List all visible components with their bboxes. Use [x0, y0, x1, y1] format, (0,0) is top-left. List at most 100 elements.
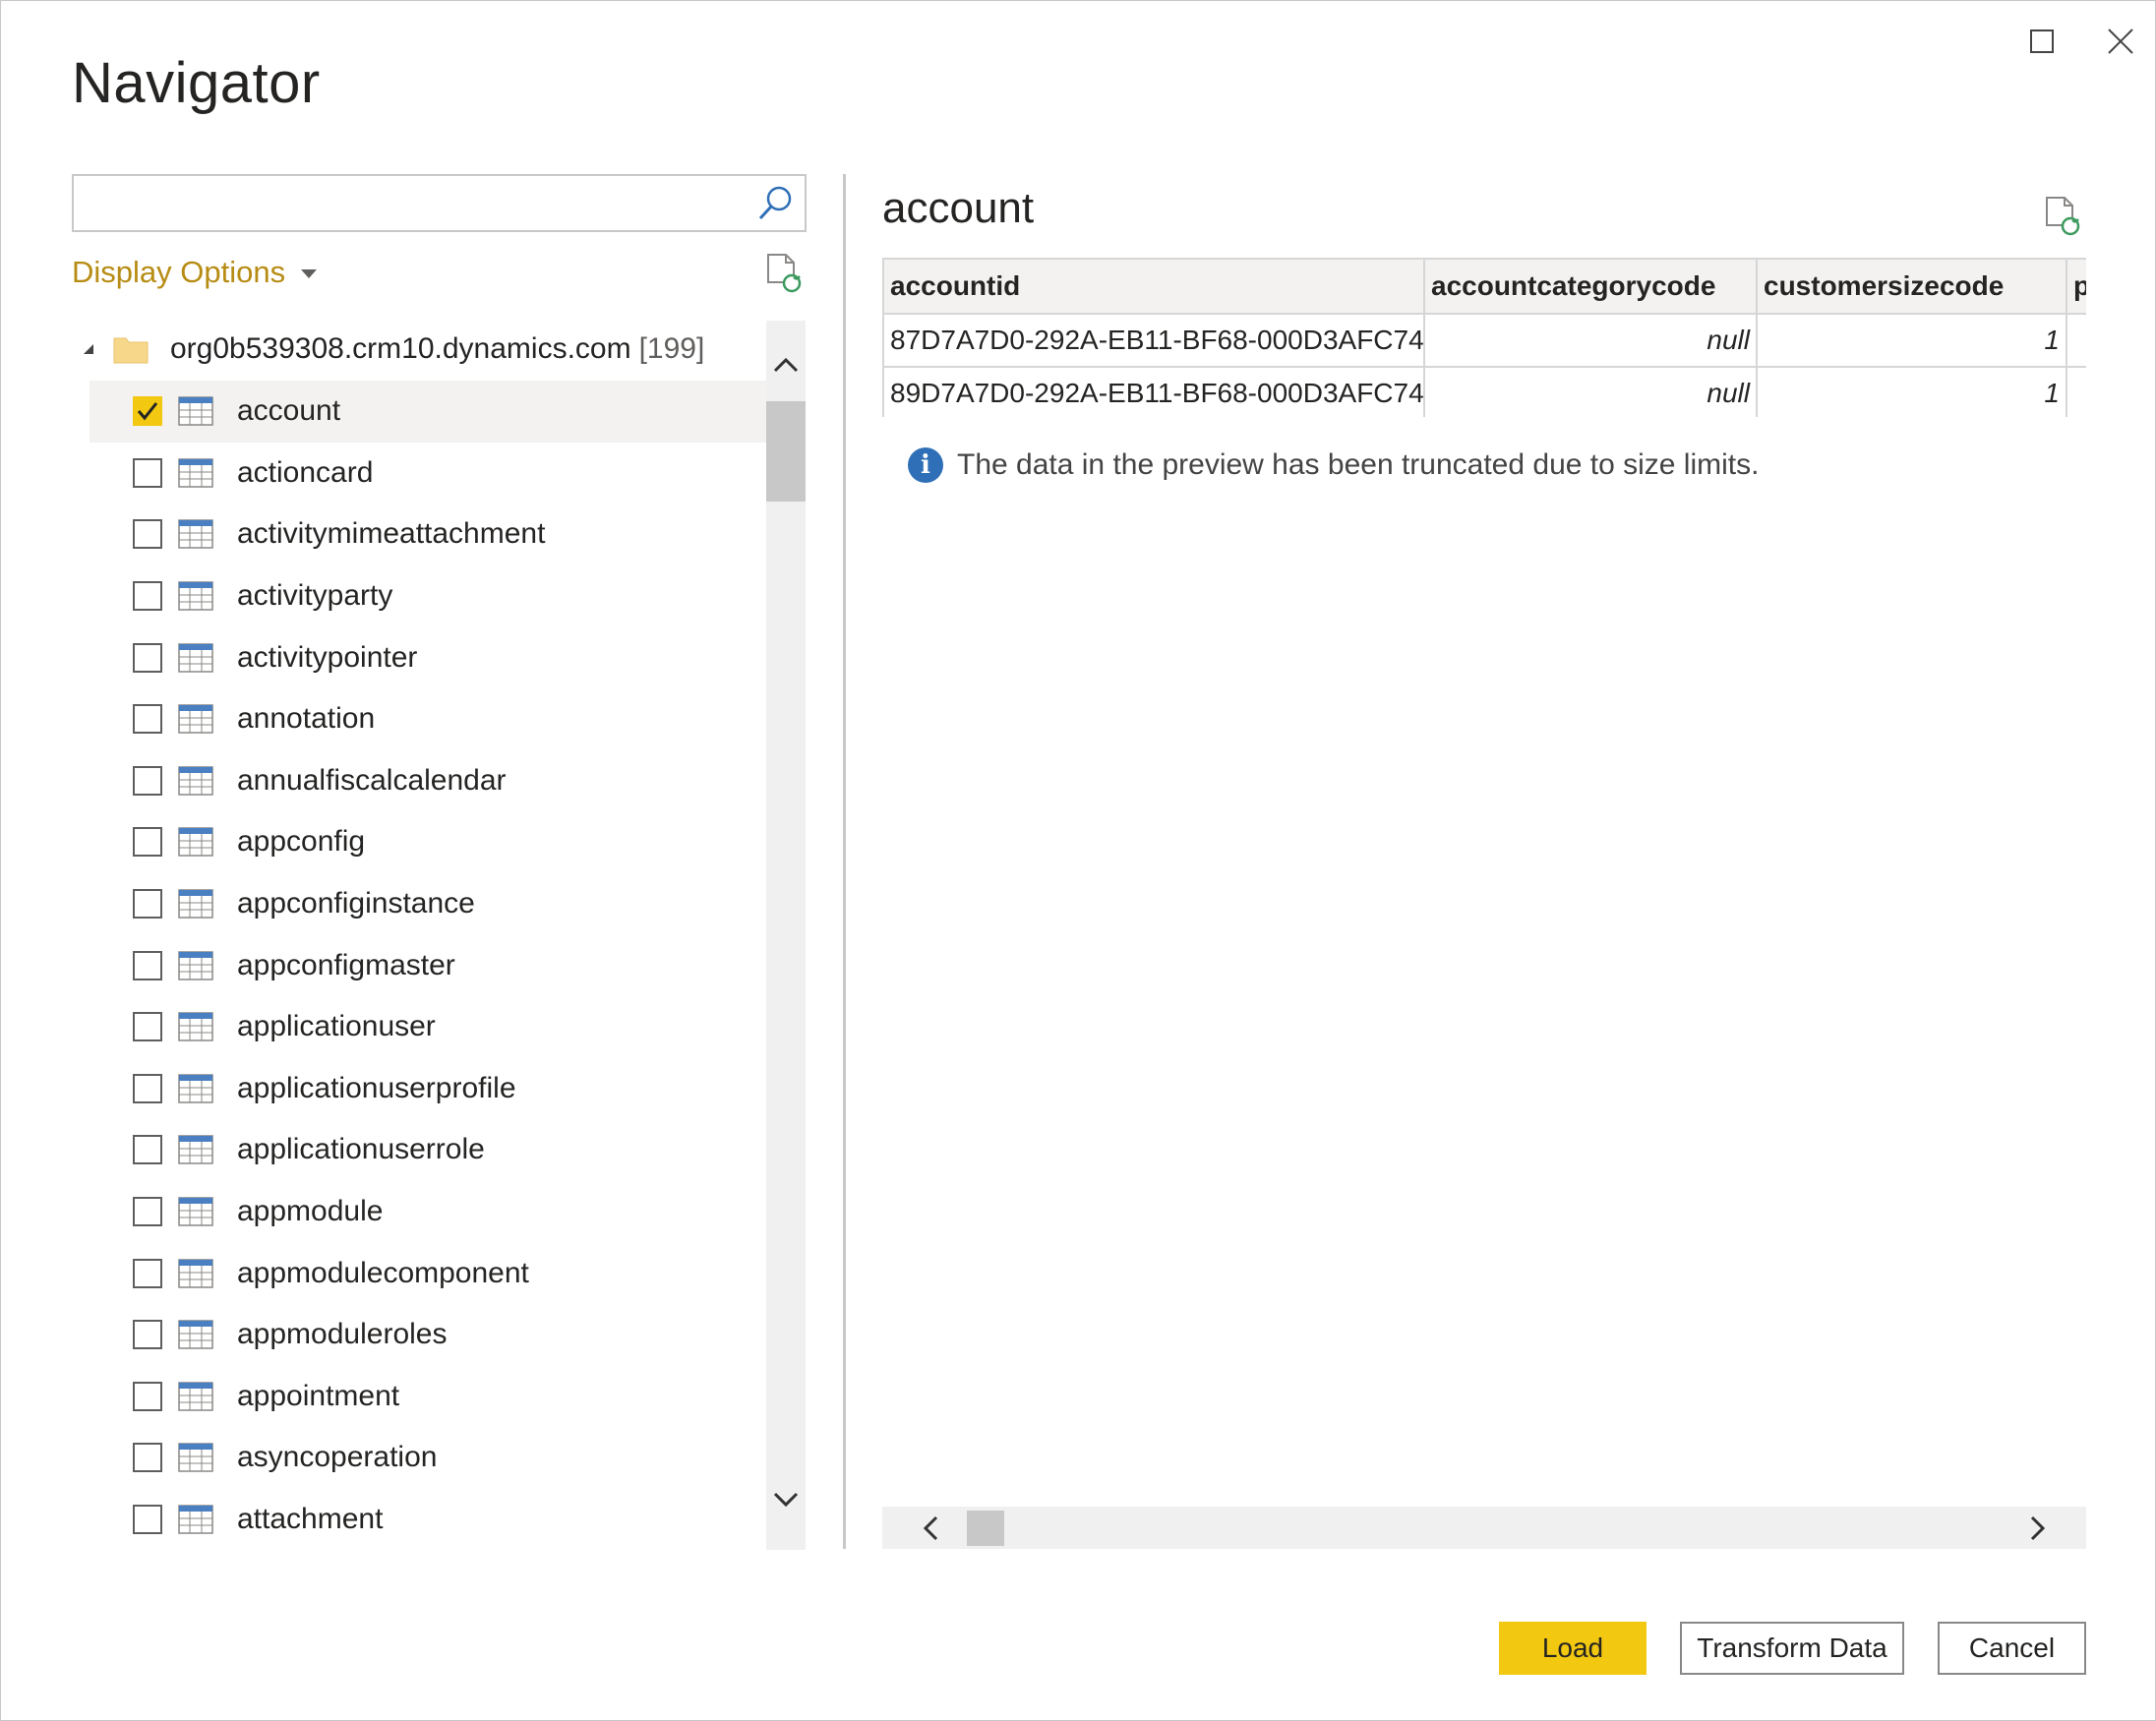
- item-checkbox[interactable]: [133, 642, 162, 673]
- table-list-item-label: actioncard: [237, 455, 374, 489]
- scrollbar-thumb[interactable]: [967, 1511, 1004, 1546]
- item-checkbox[interactable]: [133, 1258, 162, 1288]
- truncation-notice-text: The data in the preview has been truncat…: [957, 448, 1760, 481]
- chevron-right-icon[interactable]: [2023, 1514, 2051, 1542]
- table-list-item[interactable]: appmoduleroles: [90, 1304, 766, 1366]
- item-checkbox[interactable]: [133, 519, 162, 550]
- search-box[interactable]: [72, 174, 807, 232]
- table-list-item-label: activitypointer: [237, 640, 418, 674]
- table-list-item-label: appconfigmaster: [237, 948, 455, 981]
- item-checkbox[interactable]: [133, 1443, 162, 1473]
- item-checkbox[interactable]: [133, 950, 162, 980]
- table-row: 89D7A7D0-292A-EB11-BF68-000D3AFC74D7 nul…: [882, 366, 2086, 417]
- close-button[interactable]: [2096, 17, 2145, 66]
- table-list-item-label: appconfiginstance: [237, 887, 475, 920]
- table-list-item[interactable]: activityparty: [90, 565, 766, 627]
- item-checkbox[interactable]: [133, 457, 162, 488]
- cancel-button[interactable]: Cancel: [1938, 1622, 2086, 1675]
- table-list-item-label: appointment: [237, 1379, 400, 1412]
- table-cell[interactable]: 1: [1756, 313, 2067, 368]
- chevron-up-icon[interactable]: [772, 352, 800, 380]
- table-list-item[interactable]: annualfiscalcalendar: [90, 750, 766, 812]
- close-icon: [2108, 29, 2133, 54]
- expand-triangle-icon[interactable]: [84, 344, 93, 354]
- table-list-item[interactable]: appconfiginstance: [90, 873, 766, 935]
- dialog-title: Navigator: [72, 51, 321, 115]
- table-list-item[interactable]: appconfigmaster: [90, 934, 766, 996]
- item-checkbox[interactable]: [133, 1135, 162, 1165]
- table-list-item[interactable]: activitymimeattachment: [90, 504, 766, 565]
- table-icon: [178, 1258, 213, 1288]
- table-list-item[interactable]: appmodule: [90, 1181, 766, 1243]
- table-list-item-label: annualfiscalcalendar: [237, 763, 507, 797]
- table-list-item[interactable]: asyncoperation: [90, 1427, 766, 1489]
- chevron-left-icon[interactable]: [918, 1514, 945, 1542]
- table-list-item-label: appmoduleroles: [237, 1318, 448, 1351]
- table-list-item[interactable]: appmodulecomponent: [90, 1242, 766, 1304]
- tree-root-count: [199]: [638, 332, 705, 365]
- table-icon: [178, 458, 213, 488]
- table-cell[interactable]: null: [1423, 366, 1758, 417]
- refresh-icon[interactable]: [764, 253, 804, 294]
- item-checkbox[interactable]: [133, 1197, 162, 1227]
- table-icon: [178, 581, 213, 611]
- table-list-item-label: applicationuser: [237, 1010, 436, 1043]
- table-list-item[interactable]: actioncard: [90, 443, 766, 504]
- item-checkbox[interactable]: [133, 827, 162, 858]
- table-icon: [178, 950, 213, 980]
- item-checkbox[interactable]: [133, 581, 162, 612]
- item-checkbox[interactable]: [133, 396, 162, 427]
- column-header[interactable]: pr: [2066, 258, 2086, 315]
- table-cell[interactable]: null: [1423, 313, 1758, 368]
- transform-data-button[interactable]: Transform Data: [1680, 1622, 1904, 1675]
- horizontal-scrollbar[interactable]: [882, 1507, 2086, 1549]
- table-icon: [178, 1135, 213, 1165]
- column-header[interactable]: customersizecode: [1756, 258, 2067, 315]
- truncation-notice: i The data in the preview has been trunc…: [908, 447, 1759, 483]
- table-cell[interactable]: [2066, 313, 2086, 368]
- table-icon: [178, 1505, 213, 1534]
- item-checkbox[interactable]: [133, 1381, 162, 1411]
- table-list-item[interactable]: applicationuserprofile: [90, 1058, 766, 1120]
- info-icon: i: [908, 447, 943, 483]
- load-button[interactable]: Load: [1499, 1622, 1647, 1675]
- chevron-down-icon: [301, 268, 318, 278]
- table-cell[interactable]: 87D7A7D0-292A-EB11-BF68-000D3AFC74D7: [882, 313, 1425, 368]
- column-header[interactable]: accountcategorycode: [1423, 258, 1758, 315]
- chevron-down-icon[interactable]: [772, 1485, 800, 1513]
- display-options-dropdown[interactable]: Display Options: [72, 255, 318, 290]
- vertical-scrollbar[interactable]: [766, 321, 806, 1550]
- item-checkbox[interactable]: [133, 1012, 162, 1042]
- tree-root-label: org0b539308.crm10.dynamics.com: [170, 332, 631, 365]
- item-checkbox[interactable]: [133, 889, 162, 920]
- item-checkbox[interactable]: [133, 1073, 162, 1103]
- table-header-row: accountid accountcategorycode customersi…: [882, 258, 2086, 315]
- item-checkbox[interactable]: [133, 704, 162, 735]
- search-icon[interactable]: [753, 182, 797, 225]
- table-list-item[interactable]: attachment: [90, 1489, 766, 1551]
- table-cell[interactable]: 1: [1756, 366, 2067, 417]
- table-list-item[interactable]: applicationuserrole: [90, 1119, 766, 1181]
- table-list-item-label: activitymimeattachment: [237, 517, 546, 551]
- search-input[interactable]: [84, 182, 723, 225]
- item-checkbox[interactable]: [133, 1504, 162, 1534]
- refresh-icon[interactable]: [2043, 196, 2082, 237]
- table-cell[interactable]: 89D7A7D0-292A-EB11-BF68-000D3AFC74D7: [882, 366, 1425, 417]
- table-list-item[interactable]: annotation: [90, 688, 766, 750]
- table-list-item[interactable]: appconfig: [90, 811, 766, 873]
- scrollbar-thumb[interactable]: [766, 401, 806, 502]
- table-list-item[interactable]: account: [90, 381, 766, 443]
- table-cell[interactable]: [2066, 366, 2086, 417]
- maximize-button[interactable]: [2017, 17, 2066, 66]
- table-list-item[interactable]: applicationuser: [90, 996, 766, 1058]
- table-list-item[interactable]: appointment: [90, 1366, 766, 1428]
- table-list-item[interactable]: activitypointer: [90, 626, 766, 688]
- column-header[interactable]: accountid: [882, 258, 1425, 315]
- tree-root[interactable]: org0b539308.crm10.dynamics.com [199]: [84, 326, 704, 373]
- table-row: 87D7A7D0-292A-EB11-BF68-000D3AFC74D7 nul…: [882, 313, 2086, 368]
- item-checkbox[interactable]: [133, 765, 162, 796]
- item-checkbox[interactable]: [133, 1320, 162, 1350]
- table-list-item-label: asyncoperation: [237, 1441, 438, 1474]
- table-icon: [178, 642, 213, 673]
- display-options-label: Display Options: [72, 255, 286, 289]
